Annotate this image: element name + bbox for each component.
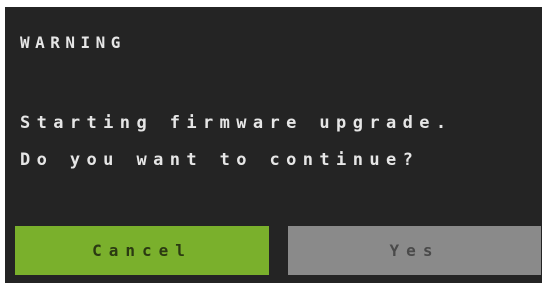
dialog-message-line-2: Do you want to continue? [20,150,420,170]
cancel-button[interactable]: Cancel [15,226,269,275]
warning-dialog: WARNING Starting firmware upgrade. Do yo… [5,7,542,283]
dialog-message-line-1: Starting firmware upgrade. [20,113,453,133]
yes-button[interactable]: Yes [288,226,541,275]
dialog-title: WARNING [20,33,126,52]
